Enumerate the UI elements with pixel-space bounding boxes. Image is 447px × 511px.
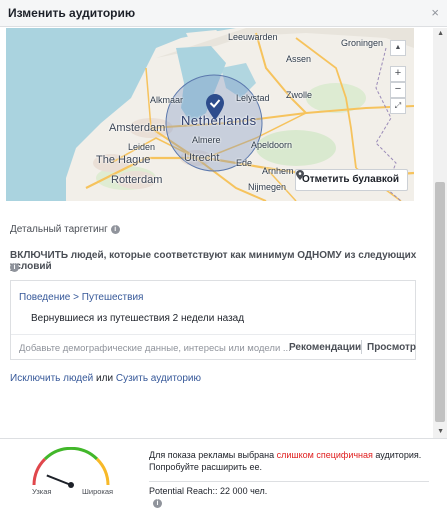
drop-pin-button[interactable]: Отметить булавкой	[294, 169, 408, 191]
divider	[149, 481, 429, 482]
scroll-up-icon[interactable]: ▲	[437, 30, 444, 37]
gauge-broad-label: Широкая	[82, 487, 114, 496]
zoom-out-button[interactable]: −	[390, 82, 406, 98]
map-scroll-up-icon[interactable]: ▲	[390, 40, 406, 56]
reach-info-icon[interactable]: i	[153, 499, 162, 508]
close-icon[interactable]: ×	[431, 5, 439, 20]
map-label-nijmegen: Nijmegen	[248, 182, 287, 192]
drop-pin-label: Отметить булавкой	[301, 174, 399, 185]
map-label-almere: Almere	[192, 135, 221, 145]
audience-size-footer: Узкая Широкая Для показа рекламы выбрана…	[0, 438, 447, 511]
map-label-hague: The Hague	[96, 154, 151, 166]
potential-reach: Potential Reach:: 22 000 чел.	[149, 486, 268, 496]
map-label-groningen: Groningen	[341, 38, 384, 48]
divider	[361, 340, 362, 354]
map-label-amsterdam: Amsterdam	[109, 122, 166, 134]
include-info-icon[interactable]: i	[10, 263, 19, 272]
map-pin-icon[interactable]	[206, 94, 224, 120]
browse-button[interactable]: Просмотр	[367, 342, 416, 353]
dialog-header: Изменить аудиторию ×	[0, 0, 447, 27]
links-connector: или	[93, 373, 116, 384]
map-label-assen: Assen	[286, 54, 312, 64]
map-label-utrecht: Utrecht	[184, 152, 220, 164]
map-label-ede: Ede	[236, 158, 253, 168]
detailed-targeting-label: Детальный таргетинг	[10, 224, 108, 235]
exclude-people-link[interactable]: Исключить людей	[10, 373, 93, 384]
audience-gauge	[32, 447, 110, 488]
warning-prefix: Для показа рекламы выбрана	[149, 450, 277, 460]
targeting-search-input[interactable]: Добавьте демографические данные, интерес…	[19, 343, 291, 354]
map-label-leeuwarden: Leeuwarden	[228, 32, 278, 42]
dialog-title: Изменить аудиторию	[8, 6, 136, 20]
divider	[11, 334, 415, 335]
gauge-narrow-label: Узкая	[32, 487, 52, 496]
map-label-zwolle: Zwolle	[286, 90, 313, 100]
targeting-breadcrumb[interactable]: Поведение > Путешествия	[19, 292, 143, 303]
include-rule-text: ВКЛЮЧИТЬ людей, которые соответствуют ка…	[10, 250, 417, 272]
selected-interest[interactable]: Вернувшиеся из путешествия 2 недели наза…	[31, 313, 244, 324]
zoom-in-button[interactable]: +	[390, 66, 406, 82]
scrollbar-thumb[interactable]	[435, 182, 445, 422]
map-label-alkmaar: Alkmaar	[150, 95, 184, 105]
recommendations-button[interactable]: Рекомендации	[289, 342, 361, 353]
audience-warning: Для показа рекламы выбрана слишком специ…	[149, 449, 429, 473]
fullscreen-icon[interactable]: ⤢	[390, 98, 406, 114]
pin-icon	[295, 170, 304, 180]
include-rule: ВКЛЮЧИТЬ людей, которые соответствуют ка…	[10, 250, 420, 272]
targeting-box: Поведение > Путешествия Вернувшиеся из п…	[10, 280, 416, 360]
map-label-rotterdam: Rotterdam	[111, 174, 163, 186]
gauge-needle	[46, 474, 72, 486]
map-label-lelystad: Lelystad	[236, 93, 270, 103]
detailed-targeting-heading: Детальный таргетинг i	[10, 224, 120, 235]
warning-highlight: слишком специфичная	[276, 450, 373, 460]
scroll-down-icon[interactable]: ▼	[437, 428, 444, 435]
map-label-arnhem: Arnhem	[262, 166, 294, 176]
map-label-leiden: Leiden	[128, 142, 156, 152]
narrow-audience-link[interactable]: Сузить аудиторию	[116, 373, 201, 384]
info-icon[interactable]: i	[110, 224, 120, 234]
location-map[interactable]: Leeuwarden Groningen Assen Alkmaar Lelys…	[6, 28, 414, 201]
audience-links: Исключить людей или Сузить аудиторию	[10, 373, 201, 384]
map-label-apeldoorn: Apeldoorn	[251, 140, 293, 150]
